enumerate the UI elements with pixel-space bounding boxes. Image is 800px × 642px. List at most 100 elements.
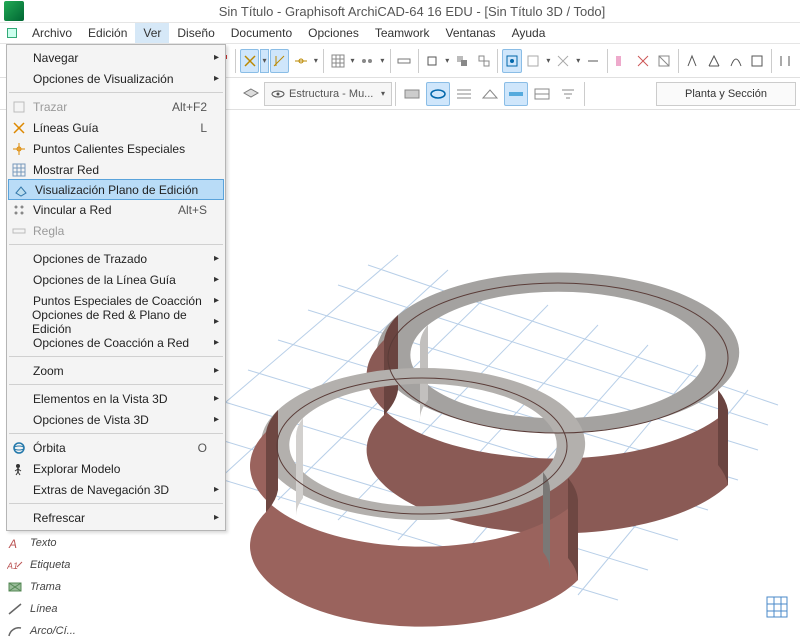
menu-ayuda[interactable]: Ayuda <box>504 23 554 43</box>
text-icon: A <box>6 535 24 551</box>
measure-1[interactable] <box>612 49 631 73</box>
menu-item-opciones-de-la-l-nea-gu-a[interactable]: Opciones de la Línea Guía▸ <box>7 269 225 290</box>
label-icon: A1 <box>6 557 24 573</box>
menu-item-label: Órbita <box>33 441 66 455</box>
snap-tool-1-dropdown[interactable]: ▾ <box>260 49 268 73</box>
edit-2[interactable] <box>704 49 723 73</box>
menu-item-label: Regla <box>33 224 64 238</box>
dtype-7[interactable] <box>556 82 580 106</box>
tool-label: Etiqueta <box>30 559 70 571</box>
hotspots-icon <box>9 139 29 159</box>
menu-item-label: Visualización Plano de Edición <box>35 183 198 197</box>
trace-a-icon[interactable] <box>524 49 543 73</box>
menu-separator <box>9 503 223 504</box>
snap-tool-3-dropdown[interactable]: ▾ <box>312 49 320 73</box>
menu-separator <box>9 433 223 434</box>
menu-item-mostrar-red[interactable]: Mostrar Red <box>7 159 225 180</box>
dtype-3[interactable] <box>452 82 476 106</box>
measure-2[interactable] <box>633 49 652 73</box>
suspend-dropdown[interactable]: ▾ <box>443 49 451 73</box>
menu-item-l-neas-gu-a[interactable]: Líneas GuíaL <box>7 117 225 138</box>
menu-item-opciones-de-coacci-n-a-red[interactable]: Opciones de Coacción a Red ▸ <box>7 332 225 353</box>
grid-toggle-icon[interactable] <box>328 49 347 73</box>
trace-b-icon[interactable] <box>554 49 573 73</box>
show-sel-icon[interactable] <box>502 49 521 73</box>
tool-label: Arco/Cí... <box>30 625 76 637</box>
edit-5[interactable] <box>776 49 795 73</box>
menu-ventanas[interactable]: Ventanas <box>438 23 504 43</box>
menubar: ArchivoEdiciónVerDiseñoDocumentoOpciones… <box>0 22 800 44</box>
menu-item-opciones-de-trazado[interactable]: Opciones de Trazado▸ <box>7 248 225 269</box>
menu-item-navegar[interactable]: Navegar▸ <box>7 47 225 68</box>
layer-icon[interactable] <box>239 82 263 106</box>
dtype-2[interactable] <box>426 82 450 106</box>
estructura-dropdown[interactable]: Estructura - Mu... ▾ <box>264 82 392 106</box>
menu-item-visualizaci-n-plano-de-edici-n[interactable]: Visualización Plano de Edición <box>8 179 224 200</box>
menu-item-zoom[interactable]: Zoom▸ <box>7 360 225 381</box>
menu-separator <box>9 92 223 93</box>
svg-text:A: A <box>8 537 17 550</box>
menu-item-vincular-a-red[interactable]: Vincular a RedAlt+S <box>7 199 225 220</box>
menu-item-elementos-en-la-vista-3d[interactable]: Elementos en la Vista 3D▸ <box>7 388 225 409</box>
group-icon[interactable] <box>452 49 471 73</box>
snap-tool-3[interactable] <box>291 49 310 73</box>
dtype-6[interactable] <box>530 82 554 106</box>
tool-label: Trama <box>30 581 61 593</box>
ruler-icon <box>9 221 29 241</box>
tool-etiqueta[interactable]: A1 Etiqueta <box>0 554 90 576</box>
edit-1[interactable] <box>683 49 702 73</box>
menu-documento[interactable]: Documento <box>223 23 300 43</box>
tool-arco-c[interactable]: Arco/Cí... <box>0 620 90 642</box>
system-menu-icon[interactable] <box>2 23 22 43</box>
menu-archivo[interactable]: Archivo <box>24 23 80 43</box>
grid-dropdown[interactable]: ▾ <box>348 49 356 73</box>
menu-edición[interactable]: Edición <box>80 23 135 43</box>
ruler-icon[interactable] <box>394 49 413 73</box>
constrain-icon[interactable] <box>358 49 377 73</box>
trace-b-dropdown[interactable]: ▾ <box>574 49 582 73</box>
menu-item-label: Opciones de Coacción a Red <box>33 336 189 350</box>
constrain-dropdown[interactable]: ▾ <box>378 49 386 73</box>
menu-item-opciones-de-visualizaci-n[interactable]: Opciones de Visualización▸ <box>7 68 225 89</box>
snap-tool-1[interactable] <box>240 49 259 73</box>
dtype-5[interactable] <box>504 82 528 106</box>
tool-texto[interactable]: ATexto <box>0 532 90 554</box>
menu-item-rbita[interactable]: ÓrbitaO <box>7 437 225 458</box>
menu-item-label: Líneas Guía <box>33 121 98 135</box>
ungroup-icon[interactable] <box>474 49 493 73</box>
trace-c-icon[interactable] <box>583 49 602 73</box>
menu-item-refrescar[interactable]: Refrescar▸ <box>7 507 225 528</box>
tool-label: Línea <box>30 603 58 615</box>
edit-4[interactable] <box>747 49 766 73</box>
trace-icon <box>9 97 29 117</box>
menu-opciones[interactable]: Opciones <box>300 23 367 43</box>
edit-3[interactable] <box>726 49 745 73</box>
snap-tool-2[interactable] <box>270 49 289 73</box>
measure-3[interactable] <box>655 49 674 73</box>
submenu-arrow-icon: ▸ <box>214 337 219 348</box>
menu-item-opciones-de-red-plano-de-edici-n[interactable]: Opciones de Red & Plano de Edición▸ <box>7 311 225 332</box>
menu-item-trazar: TrazarAlt+F2 <box>7 96 225 117</box>
menu-item-label: Opciones de Visualización <box>33 72 174 86</box>
menu-teamwork[interactable]: Teamwork <box>367 23 438 43</box>
viewport-grid-icon[interactable] <box>766 596 788 618</box>
menu-item-puntos-calientes-especiales[interactable]: Puntos Calientes Especiales <box>7 138 225 159</box>
submenu-arrow-icon: ▸ <box>214 484 219 495</box>
menu-ver[interactable]: Ver <box>135 23 169 43</box>
suspend-icon[interactable] <box>423 49 442 73</box>
menu-item-explorar-modelo[interactable]: Explorar Modelo <box>7 458 225 479</box>
dtype-4[interactable] <box>478 82 502 106</box>
submenu-arrow-icon: ▸ <box>214 365 219 376</box>
menu-item-opciones-de-vista-3d[interactable]: Opciones de Vista 3D▸ <box>7 409 225 430</box>
menu-shortcut: Alt+F2 <box>172 100 207 114</box>
planta-y-seccion-button[interactable]: Planta y Sección <box>656 82 796 106</box>
tool-trama[interactable]: Trama <box>0 576 90 598</box>
tool-l-nea[interactable]: Línea <box>0 598 90 620</box>
menu-diseño[interactable]: Diseño <box>169 23 222 43</box>
grid-icon <box>9 160 29 180</box>
editplane-icon <box>11 180 31 200</box>
trace-a-dropdown[interactable]: ▾ <box>544 49 552 73</box>
dtype-1[interactable] <box>400 82 424 106</box>
menu-item-label: Opciones de Vista 3D <box>33 413 149 427</box>
menu-item-extras-de-navegaci-n-3d[interactable]: Extras de Navegación 3D▸ <box>7 479 225 500</box>
